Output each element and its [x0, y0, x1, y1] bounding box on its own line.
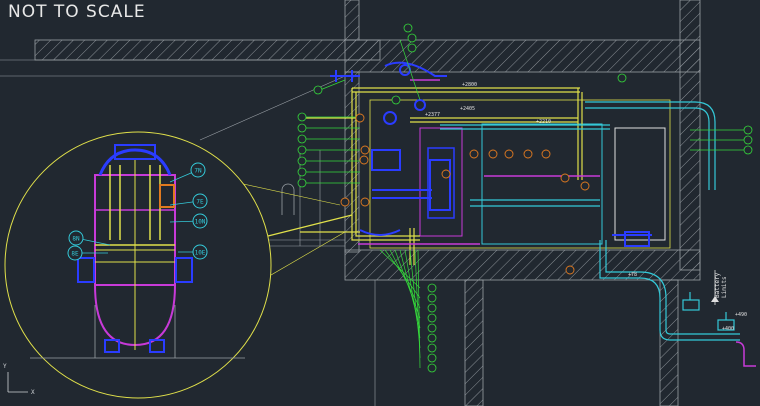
lower-wall — [464, 279, 484, 406]
pipework-drawing: +2800 +2377 +2405 +2210 +78 +400 +490 Ba… — [0, 0, 756, 406]
equipment-tag-bubble — [541, 149, 551, 159]
callout-bubble — [427, 343, 437, 353]
callout-bubble — [297, 167, 307, 177]
drawing-title: NOT TO SCALE — [8, 2, 146, 22]
equipment-tag-bubble — [560, 173, 570, 183]
callout-bubble — [743, 135, 753, 145]
callout-bubble — [391, 95, 401, 105]
callout-bubble — [297, 134, 307, 144]
lower-wall-right — [659, 279, 679, 406]
battery-limits-label: Battery Limits — [714, 269, 728, 298]
callout-bubble — [427, 353, 437, 363]
equipment-tag-bubble — [441, 169, 451, 179]
floor-slab — [344, 249, 701, 281]
detail-label: 10N — [195, 219, 206, 226]
dim-top-run: +2800 — [462, 82, 477, 88]
callout-bubble — [407, 43, 417, 53]
callout-bubble — [297, 178, 307, 188]
drawing-canvas: NOT TO SCALE +2800 +2377 +2405 +2210 +78… — [0, 0, 760, 406]
callout-bubble — [407, 33, 417, 43]
callout-bubble — [427, 283, 437, 293]
callout-bubble — [743, 125, 753, 135]
equipment-tag-bubble — [523, 149, 533, 159]
detail-view — [4, 131, 346, 399]
callout-bubble — [427, 313, 437, 323]
equipment-tag-bubble — [355, 113, 365, 123]
dim-mid-run-a: +2377 — [425, 112, 440, 118]
dim-mid-run-b: +2405 — [460, 106, 475, 112]
frame-inner — [419, 127, 463, 237]
callout-bubble — [427, 333, 437, 343]
equipment-tag-bubble — [565, 265, 575, 275]
callout-bubble — [427, 363, 437, 373]
callout-bubble — [297, 112, 307, 122]
dim-far-right: +400 — [722, 326, 734, 332]
dim-lower-right: +78 — [628, 272, 637, 278]
equipment-tag-bubble — [488, 149, 498, 159]
callout-bubble — [743, 145, 753, 155]
detail-label: 8E — [71, 251, 79, 258]
equipment-tag-bubble — [469, 149, 479, 159]
dim-far-right-b: +490 — [735, 312, 747, 318]
callout-bubble — [297, 156, 307, 166]
equipment-tag-bubble — [340, 197, 350, 207]
equipment-tag-bubble — [580, 181, 590, 191]
dim-right-run: +2210 — [536, 119, 551, 125]
right-wall — [679, 0, 701, 271]
detail-label: 10E — [195, 250, 206, 257]
callout-bubble — [297, 123, 307, 133]
equipment-tag-bubble — [360, 197, 370, 207]
detail-label: 7N — [194, 168, 202, 175]
callout-bubble — [427, 303, 437, 313]
callouts — [305, 39, 745, 369]
svg-text:X: X — [31, 389, 35, 396]
battery-limits-marker: Battery Limits — [711, 269, 728, 305]
equipment-tag-bubble — [359, 155, 369, 165]
upper-wall — [344, 0, 360, 41]
equipment-tag-bubble — [504, 149, 514, 159]
roof-slab-left — [34, 39, 381, 61]
equipment-tag-bubble — [360, 145, 370, 155]
svg-text:Y: Y — [3, 363, 7, 370]
ucs-icon: Y X — [3, 363, 35, 396]
detail-label: 8N — [72, 236, 80, 243]
callout-bubble — [403, 23, 413, 33]
ceiling-slab — [344, 39, 701, 73]
callout-bubble — [617, 73, 627, 83]
detail-label: 7E — [196, 199, 204, 206]
callout-bubble — [297, 145, 307, 155]
vessel-right — [614, 127, 666, 241]
callout-bubble — [427, 293, 437, 303]
callout-bubble — [313, 85, 323, 95]
callout-bubble — [427, 323, 437, 333]
